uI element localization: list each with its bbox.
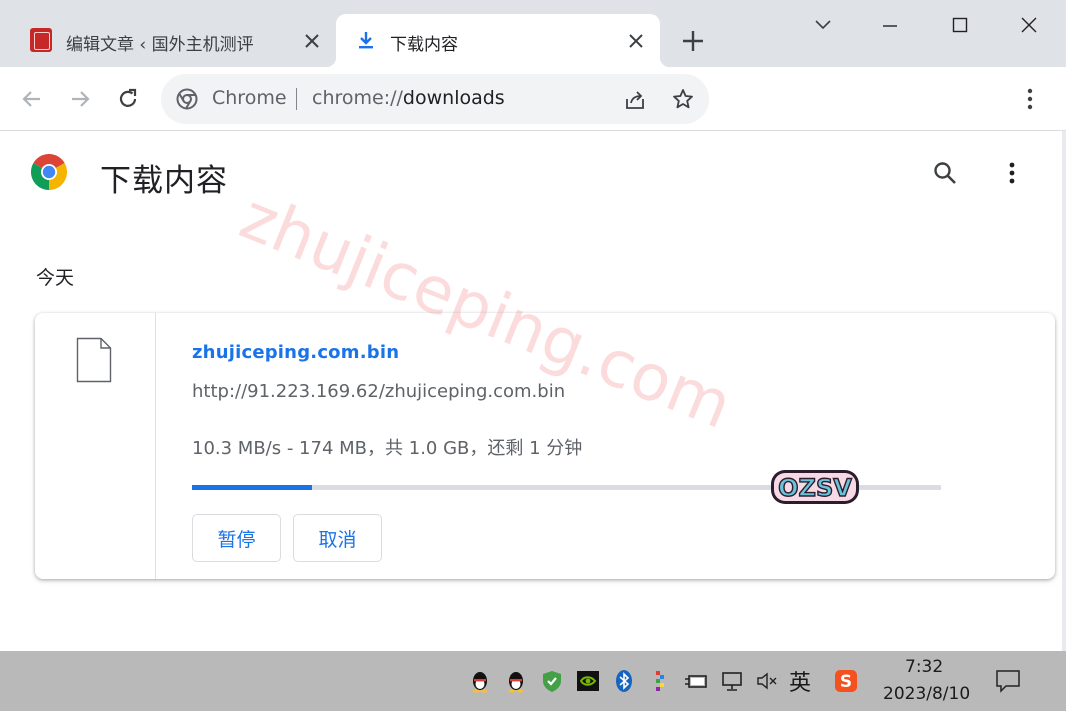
close-icon[interactable] bbox=[302, 31, 322, 51]
tab-strip: 编辑文章 ‹ 国外主机测评 下载内容 bbox=[0, 0, 1066, 67]
file-source-url[interactable]: http://91.223.169.62/zhujiceping.com.bin bbox=[192, 381, 565, 402]
url-path: downloads bbox=[402, 87, 505, 109]
qq-penguin-icon[interactable] bbox=[504, 669, 528, 693]
back-arrow-icon[interactable] bbox=[18, 85, 46, 113]
cancel-button[interactable]: 取消 bbox=[293, 514, 382, 562]
reload-icon[interactable] bbox=[114, 85, 142, 113]
url-scheme: chrome:// bbox=[312, 87, 403, 109]
nvidia-icon[interactable] bbox=[576, 669, 600, 693]
close-icon[interactable] bbox=[626, 31, 646, 51]
download-icon bbox=[359, 32, 373, 49]
file-name-link[interactable]: zhujiceping.com.bin bbox=[192, 342, 399, 363]
svg-text:OZSV: OZSV bbox=[778, 474, 852, 502]
forward-arrow-icon[interactable] bbox=[66, 85, 94, 113]
file-icon bbox=[76, 337, 112, 383]
tab-title: 编辑文章 ‹ 国外主机测评 bbox=[66, 35, 254, 55]
sogou-ime-icon[interactable]: S bbox=[834, 669, 858, 693]
ime-indicator[interactable]: 英 bbox=[789, 665, 811, 697]
url-text[interactable]: chrome://downloads bbox=[312, 87, 505, 109]
clock-date[interactable]: 2023/8/10 bbox=[883, 684, 970, 704]
pause-button[interactable]: 暂停 bbox=[192, 514, 281, 562]
chrome-logo-icon bbox=[176, 88, 198, 110]
site-favicon-icon bbox=[30, 28, 52, 52]
network-icon[interactable] bbox=[720, 669, 744, 693]
window-close-icon[interactable] bbox=[1014, 10, 1044, 40]
minimize-icon[interactable] bbox=[875, 10, 905, 40]
security-shield-icon[interactable] bbox=[540, 669, 564, 693]
share-icon[interactable] bbox=[623, 88, 647, 112]
chrome-logo-icon bbox=[31, 154, 67, 190]
ozsv-sticker-logo: OZSV bbox=[771, 470, 859, 504]
star-icon[interactable] bbox=[671, 87, 695, 111]
downloads-page: 下载内容 今天 zhujiceping.com.bin http://91.22… bbox=[0, 131, 1063, 651]
windows-taskbar: 英 S 7:32 2023/8/10 bbox=[0, 651, 1066, 711]
bluetooth-icon[interactable] bbox=[612, 669, 636, 693]
kebab-menu-icon[interactable] bbox=[1018, 85, 1042, 113]
date-section-header: 今天 bbox=[36, 267, 75, 289]
site-chip-label: Chrome bbox=[212, 87, 287, 109]
address-bar[interactable]: Chrome chrome://downloads bbox=[161, 74, 709, 124]
omnibox-separator bbox=[296, 88, 297, 110]
download-status: 10.3 MB/s - 174 MB，共 1.0 GB，还剩 1 分钟 bbox=[192, 438, 583, 459]
download-item-card: zhujiceping.com.bin http://91.223.169.62… bbox=[35, 313, 1055, 579]
svg-text:S: S bbox=[840, 672, 852, 692]
page-title: 下载内容 bbox=[100, 163, 228, 199]
browser-toolbar: Chrome chrome://downloads bbox=[0, 67, 1066, 131]
tab-title: 下载内容 bbox=[390, 35, 458, 55]
tab-search-chevron-icon[interactable] bbox=[808, 10, 838, 40]
maximize-icon[interactable] bbox=[945, 10, 975, 40]
speaker-muted-icon[interactable] bbox=[755, 669, 779, 693]
tab-downloads[interactable]: 下载内容 bbox=[326, 14, 670, 67]
qq-penguin-icon[interactable] bbox=[468, 669, 492, 693]
download-progress-fill bbox=[192, 485, 312, 490]
tab-edit-post[interactable]: 编辑文章 ‹ 国外主机测评 bbox=[16, 14, 334, 67]
card-divider bbox=[155, 313, 156, 579]
clock-time[interactable]: 7:32 bbox=[905, 657, 943, 677]
power-plug-icon[interactable] bbox=[684, 669, 708, 693]
new-tab-plus-icon[interactable] bbox=[680, 28, 706, 54]
color-grid-icon[interactable] bbox=[648, 669, 672, 693]
notification-center-icon[interactable] bbox=[994, 668, 1022, 694]
scrollbar-track[interactable] bbox=[1062, 131, 1066, 651]
kebab-menu-icon[interactable] bbox=[1000, 159, 1024, 187]
search-icon[interactable] bbox=[931, 159, 959, 187]
